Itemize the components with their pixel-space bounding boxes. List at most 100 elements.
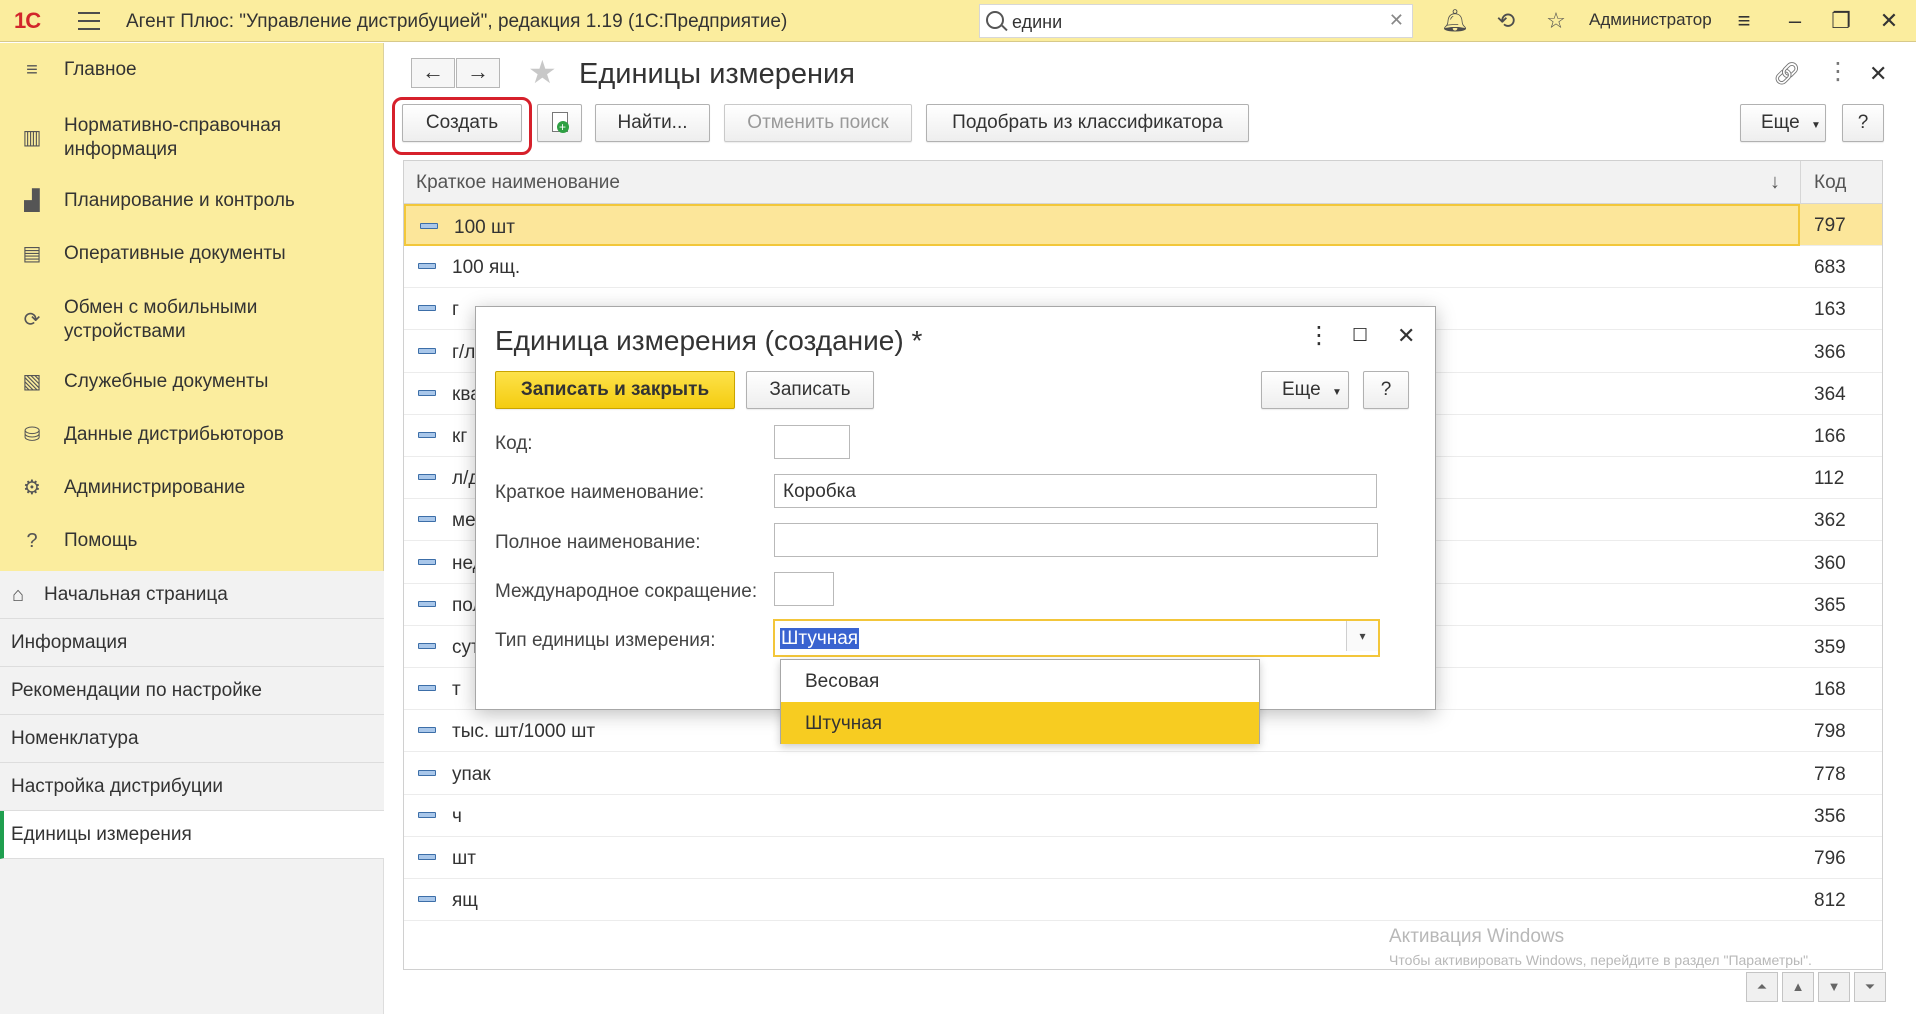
catalog-item-icon	[418, 685, 436, 692]
minimize-icon[interactable]: –	[1780, 6, 1810, 36]
help-button[interactable]: ?	[1842, 104, 1884, 142]
history-icon[interactable]: ⟲	[1493, 8, 1519, 34]
new-document-icon: +	[551, 112, 569, 133]
chart-icon: ▟	[24, 190, 40, 212]
close-window-icon[interactable]: ✕	[1874, 6, 1904, 36]
clear-search-icon[interactable]: ✕	[1389, 10, 1404, 31]
bell-icon[interactable]: 🔔︎	[1441, 8, 1469, 34]
full-name-label: Полное наименование:	[495, 532, 701, 553]
dialog-maximize-icon[interactable]: ☐	[1352, 325, 1368, 346]
table-row[interactable]: упак 778	[404, 753, 1882, 795]
table-row[interactable]: ч 356	[404, 795, 1882, 837]
user-name[interactable]: Администратор	[1589, 10, 1712, 30]
catalog-item-icon	[418, 432, 436, 438]
option-piece[interactable]: Штучная	[781, 702, 1259, 744]
close-form-icon[interactable]: ✕	[1869, 61, 1887, 87]
dialog-title: Единица измерения (создание) *	[495, 325, 923, 356]
scroll-top-icon[interactable]: ⏶	[1746, 972, 1778, 1002]
row-code: 364	[1814, 383, 1846, 405]
bars-chart-icon: ▥	[22, 127, 42, 149]
code-field[interactable]	[774, 425, 850, 459]
cancel-search-button[interactable]: Отменить поиск	[724, 104, 912, 142]
menu-lines-icon: ≡	[26, 59, 38, 81]
global-search-input[interactable]: едини ✕	[979, 4, 1413, 38]
link-icon[interactable]: 🔗︎	[1773, 61, 1801, 87]
short-name-field[interactable]: Коробка	[774, 474, 1377, 508]
favorite-star-icon[interactable]: ★	[528, 55, 557, 89]
scroll-up-icon[interactable]: ▲	[1782, 972, 1814, 1002]
open-window-distribution-settings[interactable]: Настройка дистрибуции	[0, 763, 384, 811]
open-window-units[interactable]: Единицы измерения	[0, 811, 384, 859]
cell-short-name[interactable]: упак	[404, 753, 1800, 795]
catalog-item-icon	[418, 474, 436, 481]
more-button[interactable]: Еще ▼	[1740, 104, 1826, 142]
find-button[interactable]: Найти...	[595, 104, 710, 142]
row-code: 163	[1814, 299, 1846, 321]
row-name: тыс. шт/1000 шт	[452, 721, 596, 743]
catalog-item-icon	[420, 223, 438, 229]
cell-short-name[interactable]: шт	[404, 837, 1800, 879]
row-code: 356	[1814, 805, 1846, 827]
create-copy-button[interactable]: +	[537, 104, 582, 142]
pick-from-classifier-button[interactable]: Подобрать из классификатора	[926, 104, 1249, 142]
open-window-info[interactable]: Информация	[0, 619, 384, 667]
database-icon: ⛁	[23, 424, 41, 446]
table-row[interactable]: 100 ящ. 683	[404, 246, 1882, 289]
dropdown-caret-icon: ▼	[1810, 120, 1821, 131]
row-code: 112	[1814, 468, 1845, 490]
create-button[interactable]: Создать	[402, 104, 522, 142]
row-code: 796	[1814, 848, 1846, 869]
save-button[interactable]: Записать	[746, 371, 874, 409]
settings-lines-icon[interactable]: ≡	[1729, 6, 1759, 36]
dialog-help-button[interactable]: ?	[1363, 371, 1409, 409]
open-window-home[interactable]: ⌂ Начальная страница	[0, 571, 384, 619]
sections-panel: ≡ Главное ▥ Нормативно-справочная информ…	[0, 43, 384, 571]
app-logo[interactable]: 1С	[14, 8, 41, 34]
unit-type-dropdown[interactable]: Весовая Штучная	[780, 659, 1260, 744]
open-window-nomenclature[interactable]: Номенклатура	[0, 715, 384, 763]
cell-short-name[interactable]: 100 ящ.	[404, 246, 1800, 288]
favorites-star-icon[interactable]: ☆	[1543, 8, 1569, 34]
catalog-item-icon	[418, 263, 436, 270]
row-name: кг	[452, 426, 468, 447]
dialog-more-button[interactable]: Еще ▼	[1261, 371, 1349, 409]
table-row[interactable]: шт 796	[404, 837, 1882, 879]
dropdown-caret-icon: ▼	[1331, 387, 1342, 398]
back-arrow-icon[interactable]: ←	[411, 58, 455, 88]
row-name: ящ	[452, 890, 478, 912]
row-name: ме	[452, 510, 476, 532]
intl-abbrev-field[interactable]	[774, 572, 834, 606]
open-window-recommendations[interactable]: Рекомендации по настройке	[0, 667, 384, 715]
sync-icon: ⟳	[23, 309, 41, 331]
scroll-down-icon[interactable]: ▼	[1818, 972, 1850, 1002]
catalog-item-icon	[418, 558, 436, 565]
row-code: 359	[1814, 637, 1846, 658]
scroll-bottom-icon[interactable]: ⏷	[1854, 972, 1886, 1002]
column-code[interactable]: Код	[1814, 172, 1846, 194]
gear-icon: ⚙	[23, 477, 41, 499]
unit-type-select[interactable]: Штучная ▾	[773, 619, 1380, 657]
unit-type-value: Штучная	[780, 628, 860, 649]
column-short-name[interactable]: Краткое наименование	[416, 172, 620, 194]
unit-create-dialog: Единица измерения (создание) * ⋮ ☐ ✕ Зап…	[475, 306, 1436, 710]
option-weight[interactable]: Весовая	[781, 660, 1259, 702]
restore-icon[interactable]: ❐	[1826, 6, 1856, 36]
forward-arrow-icon[interactable]: →	[456, 58, 500, 88]
row-code: 797	[1814, 215, 1846, 236]
dropdown-arrow-icon[interactable]: ▾	[1346, 621, 1378, 651]
table-row[interactable]: ящ 812	[404, 879, 1882, 922]
row-code: 366	[1814, 341, 1846, 363]
full-name-field[interactable]	[774, 523, 1378, 557]
more-vertical-icon[interactable]: ⋮	[1826, 57, 1850, 86]
catalog-item-icon	[418, 643, 436, 649]
dialog-close-icon[interactable]: ✕	[1397, 323, 1415, 349]
table-row[interactable]: 100 шт 797	[404, 204, 1882, 246]
menu-icon[interactable]	[78, 12, 100, 30]
title-bar: 1С Агент Плюс: "Управление дистрибуцией"…	[0, 0, 1916, 42]
cell-short-name[interactable]: ящ	[404, 879, 1800, 921]
cell-short-name[interactable]: 100 шт	[404, 204, 1800, 246]
dialog-more-vertical-icon[interactable]: ⋮	[1307, 321, 1331, 350]
windows-activation-title: Активация Windows	[1389, 926, 1565, 947]
save-and-close-button[interactable]: Записать и закрыть	[495, 371, 735, 409]
cell-short-name[interactable]: ч	[404, 795, 1800, 837]
